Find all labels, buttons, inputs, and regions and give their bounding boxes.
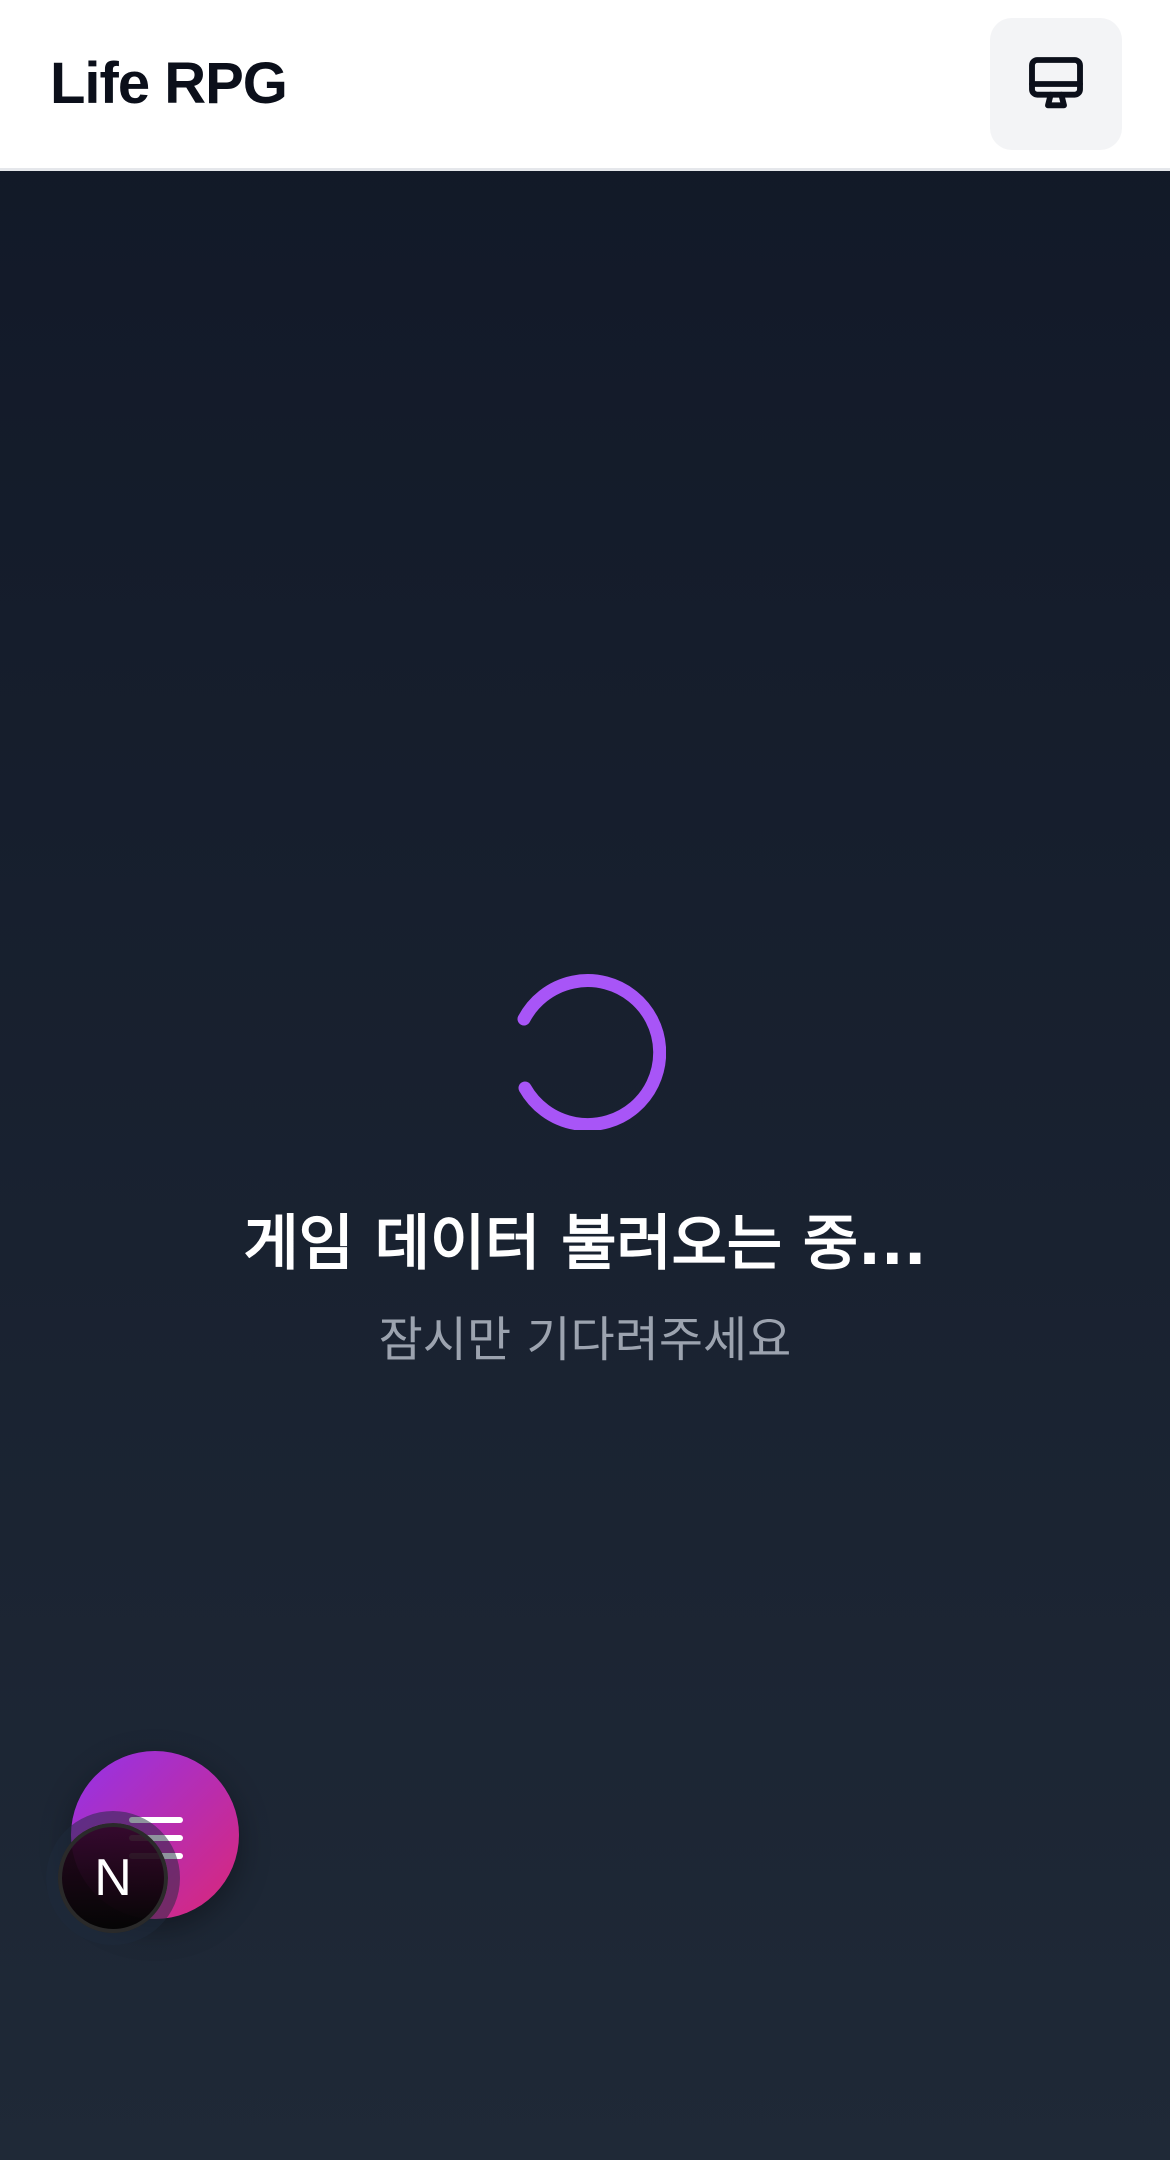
app-header: Life RPG <box>0 0 1170 171</box>
dev-badge-letter: N <box>94 1849 132 1907</box>
dev-tools-badge[interactable]: N <box>58 1823 168 1933</box>
app-title: Life RPG <box>50 51 288 116</box>
loading-spinner <box>517 974 666 1130</box>
loading-subtitle: 잠시만 기다려주세요 <box>378 1312 792 1368</box>
device-toggle-button[interactable] <box>990 18 1122 150</box>
monitor-icon <box>1029 57 1083 109</box>
loading-title: 게임 데이터 불러오는 중... <box>243 1209 927 1279</box>
